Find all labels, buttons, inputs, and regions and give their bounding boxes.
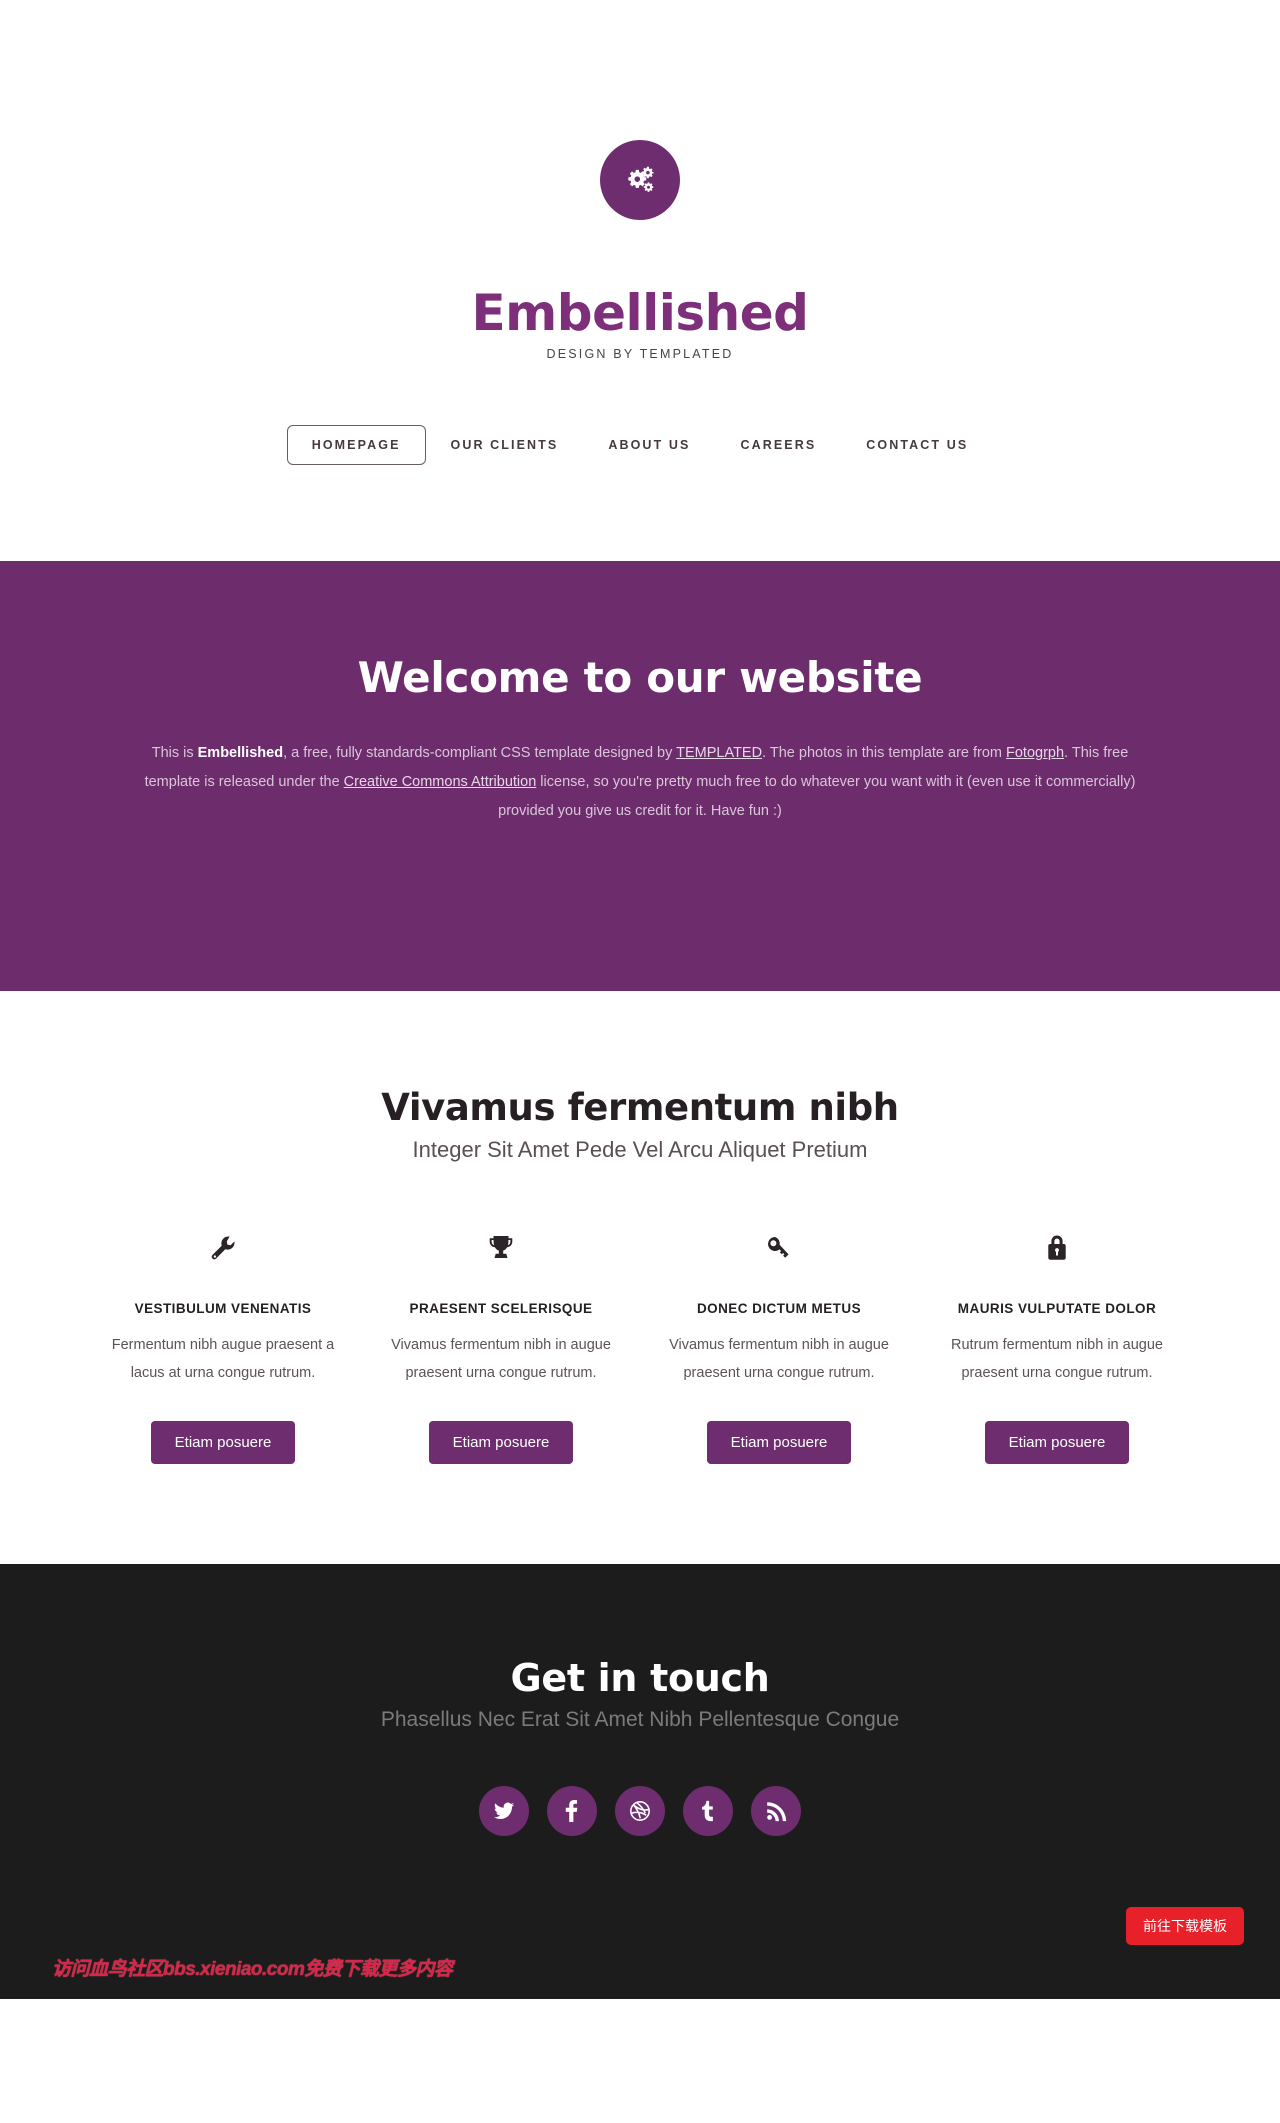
page-root: Embellished DESIGN BY TEMPLATED HOMEPAGE… xyxy=(0,0,1280,2123)
feature-title: VESTIBULUM VENENATIS xyxy=(134,1301,312,1316)
banner-brand-name: Embellished xyxy=(197,745,284,762)
site-footer: Get in touch Phasellus Nec Erat Sit Amet… xyxy=(0,1564,1280,2000)
rss-icon[interactable] xyxy=(751,1786,801,1837)
link-templated[interactable]: TEMPLATED xyxy=(676,745,762,761)
site-title: Embellished xyxy=(471,284,809,342)
gears-icon xyxy=(623,163,657,197)
social-links xyxy=(0,1786,1280,1837)
feature-button[interactable]: Etiam posuere xyxy=(428,1421,574,1465)
features-subheading: Integer Sit Amet Pede Vel Arcu Aliquet P… xyxy=(412,1137,868,1162)
nav-item-our-clients[interactable]: OUR CLIENTS xyxy=(426,425,584,465)
banner-heading: Welcome to our website xyxy=(357,653,923,702)
feature-box: MAURIS VULPUTATE DOLOR Rutrum fermentum … xyxy=(918,1225,1196,1465)
site-tagline: DESIGN BY TEMPLATED xyxy=(546,347,734,361)
banner-text-2: , a free, fully standards-compliant CSS … xyxy=(283,745,677,762)
watermark-text: 访问血鸟社区bbs.xieniao.com免费下载更多内容 xyxy=(52,1959,453,1981)
link-fotogrph[interactable]: Fotogrph xyxy=(1006,745,1064,761)
site-header: Embellished DESIGN BY TEMPLATED HOMEPAGE… xyxy=(0,0,1280,465)
feature-box: PRAESENT SCELERISQUE Vivamus fermentum n… xyxy=(362,1225,640,1465)
lock-icon xyxy=(940,1225,1174,1271)
banner-text-3: . The photos in this template are from xyxy=(762,745,1007,762)
banner-paragraph: This is Embellished, a free, fully stand… xyxy=(140,739,1140,826)
welcome-banner: Welcome to our website This is Embellish… xyxy=(0,561,1280,991)
logo-badge[interactable] xyxy=(600,140,680,220)
feature-title: MAURIS VULPUTATE DOLOR xyxy=(957,1301,1157,1316)
twitter-icon[interactable] xyxy=(479,1786,529,1837)
feature-box: VESTIBULUM VENENATIS Fermentum nibh augu… xyxy=(84,1225,362,1465)
dribbble-icon[interactable] xyxy=(615,1786,665,1837)
nav-item-careers[interactable]: CAREERS xyxy=(715,425,841,465)
tumblr-icon[interactable] xyxy=(683,1786,733,1837)
feature-text: Vivamus fermentum nibh in augue praesent… xyxy=(669,1337,889,1381)
feature-text: Vivamus fermentum nibh in augue praesent… xyxy=(391,1337,611,1381)
trophy-icon xyxy=(384,1225,618,1271)
footer-heading: Get in touch xyxy=(510,1656,770,1701)
key-icon xyxy=(662,1225,896,1271)
banner-text-1: This is xyxy=(151,745,198,762)
nav-item-about-us[interactable]: ABOUT US xyxy=(583,425,715,465)
wrench-icon xyxy=(106,1225,340,1271)
feature-button[interactable]: Etiam posuere xyxy=(150,1421,296,1465)
nav-item-homepage[interactable]: HOMEPAGE xyxy=(286,425,426,465)
nav-item-contact-us[interactable]: CONTACT US xyxy=(841,425,993,465)
feature-box: DONEC DICTUM METUS Vivamus fermentum nib… xyxy=(640,1225,918,1465)
download-template-button[interactable]: 前往下载模板 xyxy=(1126,1907,1244,1946)
feature-title: DONEC DICTUM METUS xyxy=(696,1301,862,1316)
footer-subheading: Phasellus Nec Erat Sit Amet Nibh Pellent… xyxy=(380,1708,900,1732)
feature-button[interactable]: Etiam posuere xyxy=(984,1421,1130,1465)
banner-text-5: license, so you're pretty much free to d… xyxy=(498,774,1136,820)
features-section: Vivamus fermentum nibh Integer Sit Amet … xyxy=(0,991,1280,1565)
feature-text: Fermentum nibh augue praesent a lacus at… xyxy=(111,1337,335,1381)
link-creative-commons[interactable]: Creative Commons Attribution xyxy=(344,774,537,790)
feature-box-list: VESTIBULUM VENENATIS Fermentum nibh augu… xyxy=(0,1225,1280,1465)
feature-button[interactable]: Etiam posuere xyxy=(706,1421,852,1465)
facebook-icon[interactable] xyxy=(547,1786,597,1837)
feature-text: Rutrum fermentum nibh in augue praesent … xyxy=(951,1337,1163,1381)
features-heading: Vivamus fermentum nibh xyxy=(381,1086,899,1129)
feature-title: PRAESENT SCELERISQUE xyxy=(409,1301,593,1316)
main-navigation: HOMEPAGE OUR CLIENTS ABOUT US CAREERS CO… xyxy=(0,425,1280,465)
